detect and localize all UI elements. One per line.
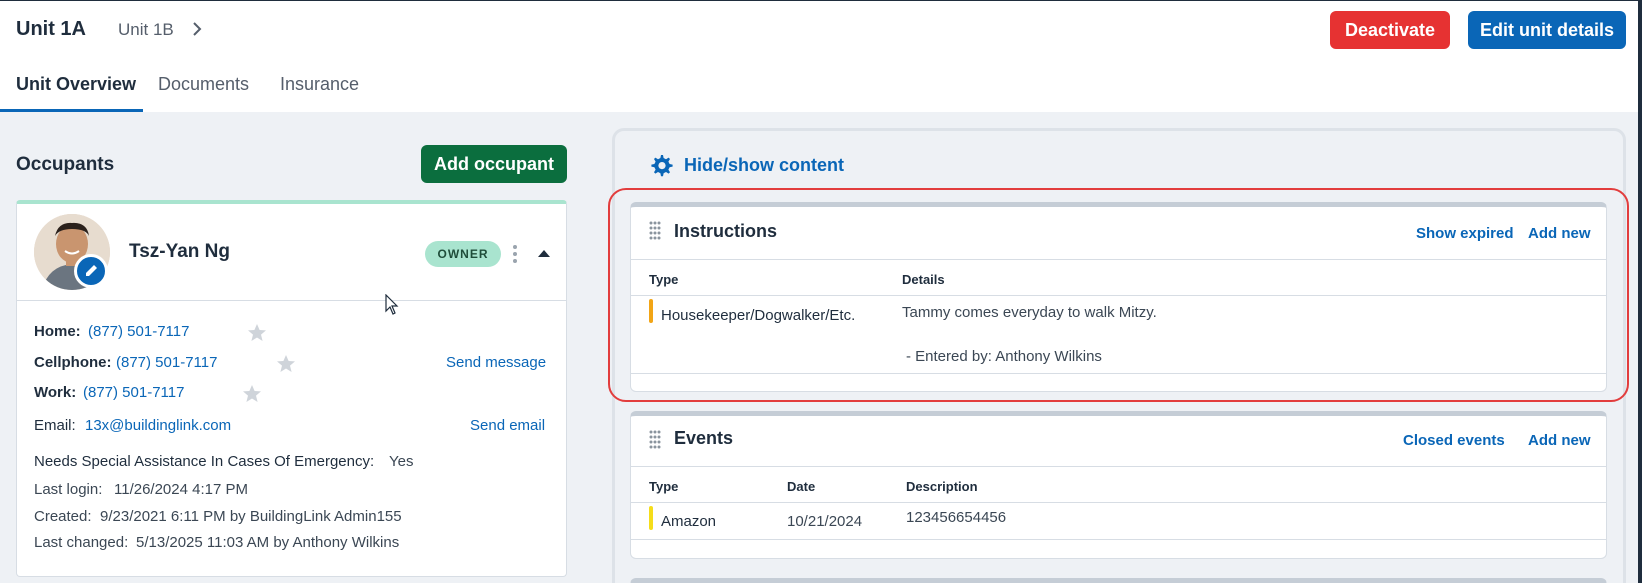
events-add-new-link[interactable]: Add new xyxy=(1528,432,1591,449)
tab-insurance[interactable]: Insurance xyxy=(280,74,359,95)
hide-show-content-link[interactable]: Hide/show content xyxy=(684,155,844,176)
work-label: Work: xyxy=(34,384,77,401)
edit-avatar-button[interactable] xyxy=(74,254,108,288)
home-phone-link[interactable]: (877) 501-7117 xyxy=(88,323,189,340)
events-col-date: Date xyxy=(787,479,816,494)
work-phone-link[interactable]: (877) 501-7117 xyxy=(83,384,184,401)
gear-icon[interactable] xyxy=(649,153,673,177)
chevron-right-icon[interactable] xyxy=(192,22,202,36)
next-unit-link[interactable]: Unit 1B xyxy=(118,20,174,40)
send-email-link[interactable]: Send email xyxy=(470,417,545,434)
events-row-divider xyxy=(631,502,1606,503)
tab-unit-overview[interactable]: Unit Overview xyxy=(16,74,136,95)
more-options-icon[interactable] xyxy=(512,244,518,264)
star-icon[interactable] xyxy=(276,354,296,374)
last-changed-value: 5/13/2025 11:03 AM by Anthony Wilkins xyxy=(136,534,400,551)
unit-title: Unit 1A xyxy=(16,18,86,40)
closed-events-link[interactable]: Closed events xyxy=(1403,432,1505,449)
event-description: 123456654456 xyxy=(906,509,1007,526)
pencil-icon xyxy=(86,265,97,276)
deactivate-button[interactable]: Deactivate xyxy=(1330,11,1450,49)
occupants-title: Occupants xyxy=(16,154,115,175)
email-label: Email: xyxy=(34,417,76,434)
created-value: 9/23/2021 6:11 PM by BuildingLink Admin1… xyxy=(100,508,402,525)
event-type-color-bar xyxy=(649,506,653,530)
drag-handle-icon[interactable] xyxy=(648,429,662,449)
send-message-link[interactable]: Send message xyxy=(446,354,546,371)
last-changed-label: Last changed: xyxy=(34,534,129,551)
home-label: Home: xyxy=(34,323,81,340)
events-col-type: Type xyxy=(649,479,679,494)
tab-documents[interactable]: Documents xyxy=(158,74,249,95)
window-right-border xyxy=(1638,0,1642,583)
star-icon[interactable] xyxy=(247,323,267,343)
special-assistance-value: Yes xyxy=(389,453,414,470)
event-type: Amazon xyxy=(661,513,717,530)
unit-header: Unit 1A Unit 1B Deactivate Edit unit det… xyxy=(0,1,1638,112)
special-assistance-label: Needs Special Assistance In Cases Of Eme… xyxy=(34,453,375,470)
instructions-highlight xyxy=(608,188,1629,402)
owner-badge: OWNER xyxy=(425,241,501,267)
last-login-label: Last login: xyxy=(34,481,103,498)
events-header-divider xyxy=(631,466,1606,467)
collapse-caret-icon[interactable] xyxy=(537,248,551,258)
star-icon[interactable] xyxy=(242,384,262,404)
card-divider xyxy=(16,300,567,301)
last-login-value: 11/26/2024 4:17 PM xyxy=(114,481,248,498)
events-title: Events xyxy=(674,428,734,448)
email-link[interactable]: 13x@buildinglink.com xyxy=(85,417,231,434)
event-date: 10/21/2024 xyxy=(787,513,863,530)
cellphone-label: Cellphone: xyxy=(34,354,112,371)
next-section-card xyxy=(630,578,1607,583)
occupant-name: Tsz-Yan Ng xyxy=(129,241,230,262)
events-col-description: Description xyxy=(906,479,978,494)
edit-unit-details-button[interactable]: Edit unit details xyxy=(1468,11,1626,49)
add-occupant-button[interactable]: Add occupant xyxy=(421,145,567,183)
created-label: Created: xyxy=(34,508,92,525)
events-bottom-divider xyxy=(631,539,1606,540)
mouse-cursor-icon xyxy=(385,294,399,315)
cellphone-link[interactable]: (877) 501-7117 xyxy=(116,354,217,371)
